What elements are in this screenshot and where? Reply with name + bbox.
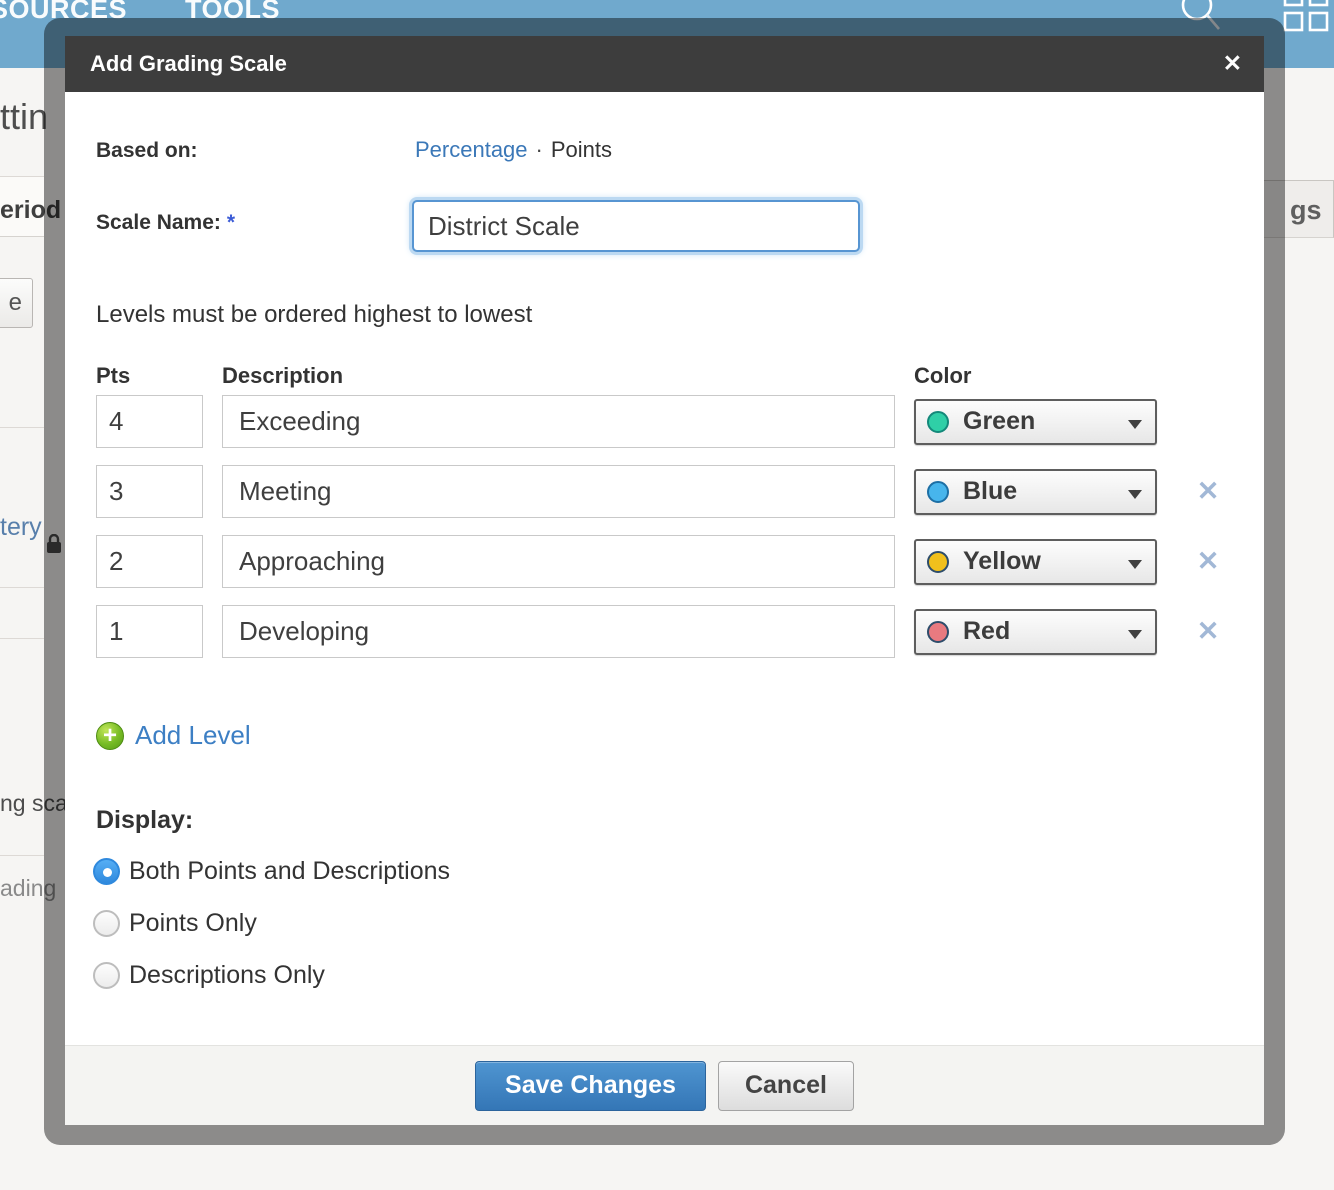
modal-overlay: Add Grading Scale ✕ Based on: Percentage… (44, 18, 1285, 1145)
pts-column-header: Pts (96, 363, 130, 389)
display-label: Display: (96, 806, 193, 835)
color-swatch-icon (927, 551, 949, 573)
display-option-row[interactable]: Both Points and Descriptions (93, 856, 450, 886)
apps-grid-icon[interactable] (1283, 0, 1334, 34)
based-on-percentage-link[interactable]: Percentage (415, 137, 528, 162)
scale-name-label: Scale Name:* (96, 211, 235, 235)
display-option-label: Both Points and Descriptions (129, 857, 450, 886)
grading-level-row: Red ✕ (96, 603, 1222, 660)
mastery-link-fragment[interactable]: tery (0, 513, 42, 542)
modal-title: Add Grading Scale (65, 51, 287, 77)
based-on-label: Based on: (96, 139, 198, 163)
display-option-label: Descriptions Only (129, 961, 325, 990)
color-dropdown-value: Red (963, 617, 1010, 646)
modal-header: Add Grading Scale ✕ (65, 36, 1264, 92)
plus-icon: + (96, 722, 124, 750)
description-input[interactable] (222, 605, 895, 658)
divider (0, 587, 44, 588)
remove-level-icon[interactable]: ✕ (1194, 476, 1222, 507)
caret-down-icon (1128, 420, 1142, 429)
description-column-header: Description (222, 363, 343, 389)
divider (0, 427, 44, 428)
display-option-row[interactable]: Descriptions Only (93, 960, 450, 990)
scale-name-input[interactable] (412, 200, 860, 252)
radio-icon[interactable] (93, 910, 120, 937)
caret-down-icon (1128, 490, 1142, 499)
add-grading-scale-modal: Add Grading Scale ✕ Based on: Percentage… (65, 36, 1264, 1125)
modal-body: Based on: Percentage·Points Scale Name:*… (65, 92, 1264, 1045)
remove-level-icon[interactable]: ✕ (1194, 616, 1222, 647)
description-input[interactable] (222, 535, 895, 588)
caret-down-icon (1128, 560, 1142, 569)
save-changes-button[interactable]: Save Changes (475, 1061, 706, 1111)
color-dropdown-value: Yellow (963, 547, 1041, 576)
modal-footer: Save Changes Cancel (65, 1045, 1264, 1125)
add-level-button[interactable]: + Add Level (96, 720, 251, 751)
radio-icon[interactable] (93, 962, 120, 989)
points-input[interactable] (96, 605, 203, 658)
tab-settings-label: gs (1290, 195, 1322, 226)
based-on-value: Percentage·Points (415, 137, 612, 163)
color-dropdown-value: Green (963, 407, 1035, 436)
color-dropdown-value: Blue (963, 477, 1017, 506)
based-on-points-option: Points (551, 137, 612, 162)
color-column-header: Color (914, 363, 971, 389)
color-dropdown[interactable]: Red (914, 609, 1157, 655)
background-button-fragment[interactable]: e (0, 278, 33, 328)
points-input[interactable] (96, 395, 203, 448)
required-asterisk: * (221, 211, 235, 234)
description-input[interactable] (222, 395, 895, 448)
scale-name-label-text: Scale Name: (96, 211, 221, 234)
display-option-label: Points Only (129, 909, 257, 938)
display-options-group: Both Points and Descriptions Points Only… (93, 856, 450, 1012)
grading-level-row: Yellow ✕ (96, 533, 1222, 590)
color-dropdown[interactable]: Blue (914, 469, 1157, 515)
close-icon[interactable]: ✕ (1223, 48, 1242, 78)
color-dropdown[interactable]: Yellow (914, 539, 1157, 585)
cancel-button[interactable]: Cancel (718, 1061, 854, 1111)
divider (0, 855, 44, 856)
levels-table: Green ✕ Blue ✕ Yellow ✕ Red ✕ (96, 393, 1222, 673)
color-swatch-icon (927, 621, 949, 643)
color-dropdown[interactable]: Green (914, 399, 1157, 445)
remove-level-icon[interactable]: ✕ (1194, 546, 1222, 577)
add-level-label: Add Level (135, 720, 251, 751)
description-input[interactable] (222, 465, 895, 518)
separator: · (528, 137, 551, 162)
color-swatch-icon (927, 411, 949, 433)
page-heading-fragment: ttin (0, 96, 48, 138)
levels-order-note: Levels must be ordered highest to lowest (96, 301, 532, 329)
grading-level-row: Green ✕ (96, 393, 1222, 450)
color-swatch-icon (927, 481, 949, 503)
radio-icon[interactable] (93, 858, 120, 885)
display-option-row[interactable]: Points Only (93, 908, 450, 938)
points-input[interactable] (96, 465, 203, 518)
divider (0, 638, 44, 639)
grading-level-row: Blue ✕ (96, 463, 1222, 520)
caret-down-icon (1128, 630, 1142, 639)
points-input[interactable] (96, 535, 203, 588)
